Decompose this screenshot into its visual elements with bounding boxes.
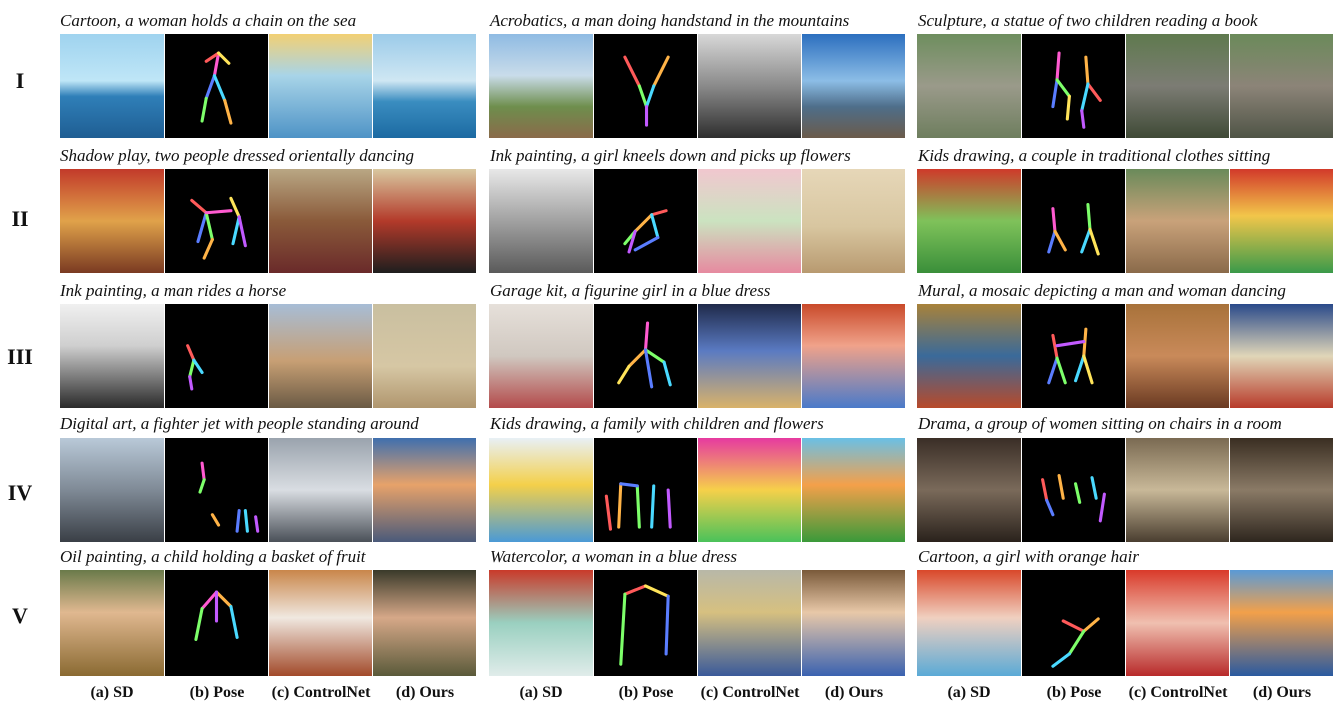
image-ours-r4-g3 (1230, 438, 1333, 542)
image-ours-r2-g2 (802, 169, 905, 273)
image-ours-r5-g3 (1230, 570, 1333, 676)
image-ours-r2-g3 (1230, 169, 1333, 273)
col-label-pose-g2: (b) Pose (618, 684, 674, 701)
image-controlnet-r3-g1 (269, 304, 372, 408)
caption-r2-g3: Kids drawing, a couple in traditional cl… (918, 146, 1271, 165)
caption-r1-g2: Acrobatics, a man doing handstand in the… (490, 11, 850, 30)
image-sd-r4-g1 (60, 438, 164, 542)
image-ours-r5-g1 (373, 570, 476, 676)
caption-r5-g2: Watercolor, a woman in a blue dress (490, 547, 737, 566)
image-controlnet-r4-g3 (1126, 438, 1229, 542)
image-controlnet-r2-g1 (269, 169, 372, 273)
pose-map-r4-g3 (1022, 438, 1125, 542)
caption-r3-g3: Mural, a mosaic depicting a man and woma… (918, 281, 1286, 300)
col-label-ours-g3: (d) Ours (1252, 684, 1312, 701)
image-controlnet-r1-g3 (1126, 34, 1229, 138)
caption-r4-g3: Drama, a group of women sitting on chair… (918, 414, 1282, 433)
image-sd-r3-g1 (60, 304, 164, 408)
pose-map-r5-g1 (165, 570, 268, 676)
image-sd-r2-g2 (489, 169, 593, 273)
image-ours-r4-g2 (802, 438, 905, 542)
image-controlnet-r3-g2 (698, 304, 801, 408)
image-sd-r1-g3 (917, 34, 1021, 138)
image-sd-r5-g1 (60, 570, 164, 676)
image-ours-r1-g2 (802, 34, 905, 138)
pose-map-r5-g2 (594, 570, 697, 676)
caption-r4-g1: Digital art, a fighter jet with people s… (60, 414, 419, 433)
caption-r2-g1: Shadow play, two people dressed oriental… (60, 146, 414, 165)
image-controlnet-r1-g2 (698, 34, 801, 138)
image-ours-r2-g1 (373, 169, 476, 273)
image-sd-r3-g2 (489, 304, 593, 408)
caption-r5-g3: Cartoon, a girl with orange hair (918, 547, 1140, 566)
col-label-controlnet-g3: (c) ControlNet (1128, 684, 1228, 701)
pose-map-r1-g2 (594, 34, 697, 138)
image-ours-r4-g1 (373, 438, 476, 542)
image-sd-r5-g3 (917, 570, 1021, 676)
image-ours-r3-g1 (373, 304, 476, 408)
image-ours-r1-g3 (1230, 34, 1333, 138)
caption-r4-g2: Kids drawing, a family with children and… (490, 414, 824, 433)
caption-r2-g2: Ink painting, a girl kneels down and pic… (490, 146, 851, 165)
row-label-1: I (15, 68, 25, 93)
image-controlnet-r2-g3 (1126, 169, 1229, 273)
image-sd-r4-g3 (917, 438, 1021, 542)
image-ours-r3-g3 (1230, 304, 1333, 408)
col-label-pose-g1: (b) Pose (189, 684, 245, 701)
col-label-sd-g2: (a) SD (519, 684, 563, 701)
image-ours-r1-g1 (373, 34, 476, 138)
image-controlnet-r3-g3 (1126, 304, 1229, 408)
caption-r5-g1: Oil painting, a child holding a basket o… (60, 547, 366, 566)
caption-r1-g1: Cartoon, a woman holds a chain on the se… (60, 11, 357, 30)
col-label-sd-g1: (a) SD (90, 684, 134, 701)
row-label-5: V (12, 603, 28, 628)
pose-map-r1-g3 (1022, 34, 1125, 138)
pose-map-r3-g3 (1022, 304, 1125, 408)
image-sd-r3-g3 (917, 304, 1021, 408)
col-label-sd-g3: (a) SD (947, 684, 991, 701)
image-controlnet-r5-g3 (1126, 570, 1229, 676)
col-label-ours-g1: (d) Ours (395, 684, 455, 701)
image-sd-r5-g2 (489, 570, 593, 676)
col-label-controlnet-g1: (c) ControlNet (271, 684, 371, 701)
pose-map-r2-g3 (1022, 169, 1125, 273)
image-controlnet-r1-g1 (269, 34, 372, 138)
image-controlnet-r5-g2 (698, 570, 801, 676)
image-ours-r3-g2 (802, 304, 905, 408)
image-controlnet-r4-g2 (698, 438, 801, 542)
image-ours-r5-g2 (802, 570, 905, 676)
pose-map-r4-g1 (165, 438, 268, 542)
image-sd-r1-g1 (60, 34, 164, 138)
pose-map-r3-g1 (165, 304, 268, 408)
image-controlnet-r5-g1 (269, 570, 372, 676)
image-controlnet-r4-g1 (269, 438, 372, 542)
caption-r3-g1: Ink painting, a man rides a horse (60, 281, 287, 300)
row-label-3: III (7, 344, 33, 369)
pose-map-r3-g2 (594, 304, 697, 408)
row-label-2: II (11, 206, 29, 231)
image-sd-r4-g2 (489, 438, 593, 542)
pose-map-r5-g3 (1022, 570, 1125, 676)
image-sd-r2-g1 (60, 169, 164, 273)
image-sd-r2-g3 (917, 169, 1021, 273)
caption-r3-g2: Garage kit, a figurine girl in a blue dr… (490, 281, 771, 300)
pose-map-r4-g2 (594, 438, 697, 542)
col-label-pose-g3: (b) Pose (1046, 684, 1102, 701)
image-controlnet-r2-g2 (698, 169, 801, 273)
pose-map-r2-g2 (594, 169, 697, 273)
col-label-ours-g2: (d) Ours (824, 684, 884, 701)
caption-r1-g3: Sculpture, a statue of two children read… (918, 11, 1258, 30)
pose-map-r1-g1 (165, 34, 268, 138)
image-sd-r1-g2 (489, 34, 593, 138)
pose-map-r2-g1 (165, 169, 268, 273)
col-label-controlnet-g2: (c) ControlNet (700, 684, 800, 701)
row-label-4: IV (7, 480, 33, 505)
